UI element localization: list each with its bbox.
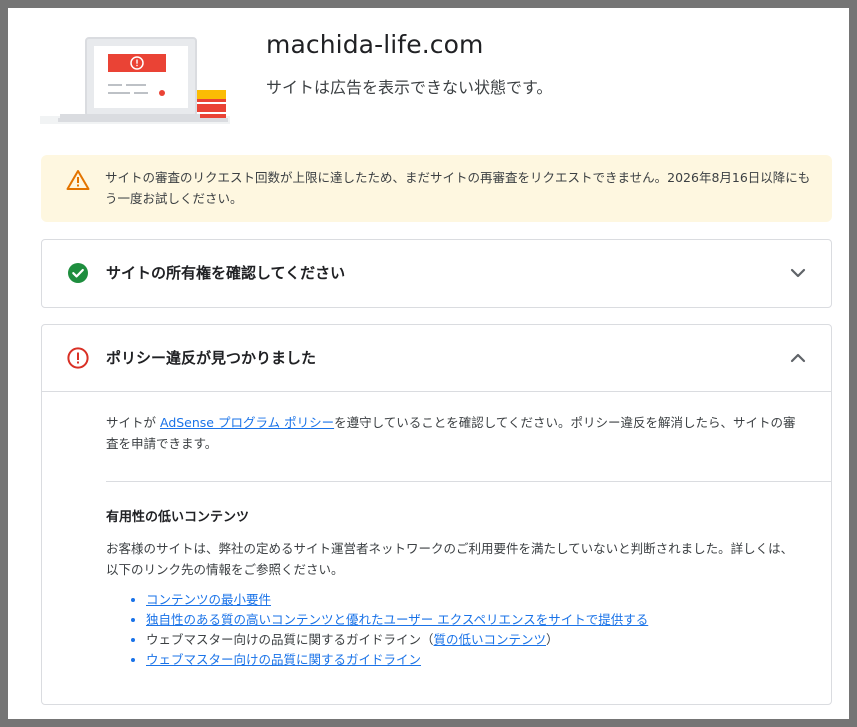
minimum-content-link[interactable]: コンテンツの最小要件 [146,592,271,607]
chevron-down-icon[interactable] [789,264,807,282]
webmaster-guidelines-link[interactable]: ウェブマスター向けの品質に関するガイドライン [146,652,421,667]
ownership-card-title: サイトの所有権を確認してください [106,264,346,282]
guideline-prefix: ウェブマスター向けの品質に関するガイドライン（ [146,632,434,647]
ownership-card-header[interactable]: サイトの所有権を確認してください [42,240,831,306]
guideline-suffix: ） [546,632,559,647]
site-name: machida-life.com [266,30,484,59]
policy-card-title: ポリシー違反が見つかりました [106,349,317,367]
list-item: ウェブマスター向けの品質に関するガイドライン（質の低いコンテンツ） [146,630,648,650]
adsense-policy-link[interactable]: AdSense プログラム ポリシー [160,415,334,430]
site-status-text: サイトは広告を表示できない状態です。 [266,78,553,97]
site-illustration-icon [40,37,230,124]
policy-intro: サイトが AdSense プログラム ポリシーを遵守していることを確認してくださ… [106,412,796,454]
quality-content-link[interactable]: 独自性のある質の高いコンテンツと優れたユーザー エクスペリエンスをサイトで提供す… [146,612,648,627]
review-limit-banner: サイトの審査のリクエスト回数が上限に達したため、まだサイトの再審査をリクエストで… [41,155,832,222]
ownership-card: サイトの所有権を確認してください [41,239,832,308]
policy-card-divider [42,391,831,392]
list-item: ウェブマスター向けの品質に関するガイドライン [146,650,648,670]
violation-description: お客様のサイトは、弊社の定めるサイト運営者ネットワークのご利用要件を満たしていな… [106,541,794,577]
list-item: 独自性のある質の高いコンテンツと優れたユーザー エクスペリエンスをサイトで提供す… [146,610,648,630]
section-divider [106,481,831,482]
policy-card: ポリシー違反が見つかりました サイトが AdSense プログラム ポリシーを遵… [41,324,832,705]
check-circle-icon [68,263,88,283]
list-item: コンテンツの最小要件 [146,590,648,610]
chevron-up-icon[interactable] [789,349,807,367]
help-links-list: コンテンツの最小要件 独自性のある質の高いコンテンツと優れたユーザー エクスペリ… [106,590,648,670]
violation-title: 有用性の低いコンテンツ [106,510,250,525]
policy-intro-prefix: サイトが [106,415,160,430]
banner-text: サイトの審査のリクエスト回数が上限に達したため、まだサイトの再審査をリクエストで… [105,170,811,206]
site-status-panel: machida-life.com サイトは広告を表示できない状態です。 サイトの… [8,8,849,719]
error-icon [67,347,89,369]
low-quality-content-link[interactable]: 質の低いコンテンツ [434,632,547,647]
warning-icon [66,170,90,190]
policy-card-header[interactable]: ポリシー違反が見つかりました [42,325,831,391]
